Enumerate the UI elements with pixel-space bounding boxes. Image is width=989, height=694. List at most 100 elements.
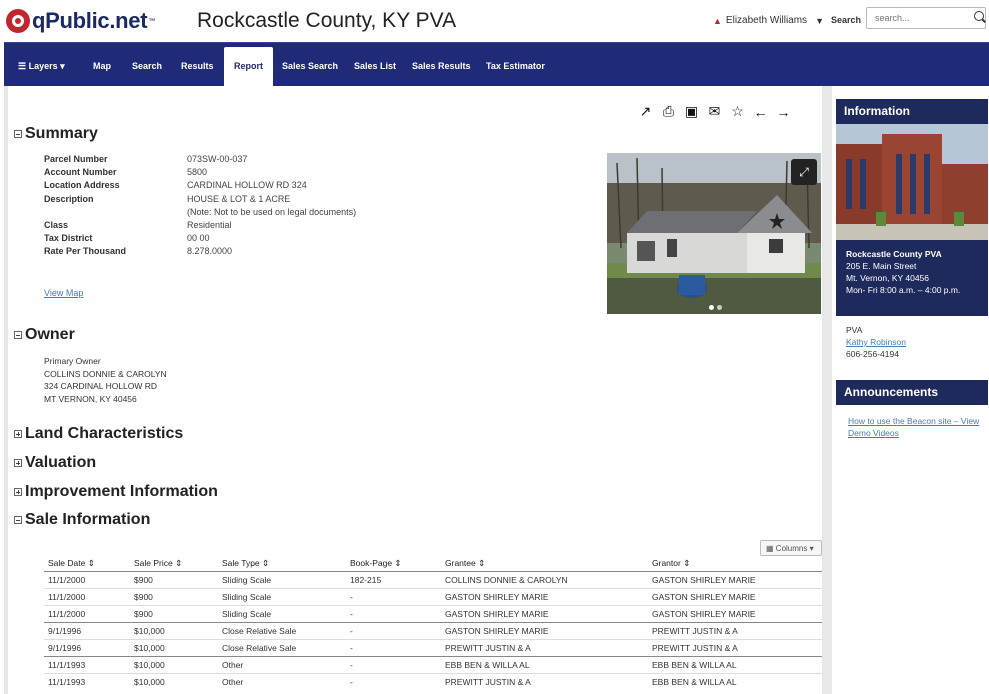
pva-label: PVA	[846, 325, 863, 335]
qpublic-logo[interactable]: qPublic.net ™	[6, 8, 155, 34]
section-improvement[interactable]: Improvement Information	[14, 483, 218, 501]
carousel-dot-2[interactable]	[717, 305, 722, 310]
pva-name-link[interactable]: Kathy Robinson	[846, 337, 906, 347]
cell: Close Relative Sale	[218, 639, 346, 657]
summary-values: 073SW-00-037 5800 CARDINAL HOLLOW RD 324…	[187, 153, 356, 259]
office-info: Rockcastle County PVA 205 E. Main Street…	[836, 240, 988, 316]
cell: GASTON SHIRLEY MARIE	[441, 605, 648, 623]
expand-section-icon	[14, 459, 22, 467]
th-sale-date[interactable]: Sale Date ⇕	[44, 556, 130, 572]
cell: Other	[218, 656, 346, 674]
th-label: Book-Page	[350, 558, 393, 568]
value-rate-per-thousand: 8.278.0000	[187, 246, 233, 257]
expand-icon[interactable]: ⤢	[791, 159, 817, 185]
owner-block: Primary Owner COLLINS DONNIE & CAROLYN 3…	[44, 355, 167, 405]
label-parcel-number: Parcel Number	[44, 154, 108, 164]
cell: -	[346, 639, 441, 657]
image-icon[interactable]: ▣	[684, 103, 699, 119]
label-rate-per-thousand: Rate Per Thousand	[44, 246, 127, 257]
collapse-icon	[14, 516, 22, 524]
email-icon[interactable]: ✉	[707, 103, 722, 119]
section-land[interactable]: Land Characteristics	[14, 425, 183, 443]
logo-trademark: ™	[148, 17, 156, 25]
main-nav: ☰ Layers ▾ Map Search Results Report Sal…	[4, 42, 989, 87]
demo-videos-link[interactable]: How to use the Beacon site – View Demo V…	[848, 415, 988, 439]
collapse-icon	[14, 130, 22, 138]
star-icon[interactable]: ☆	[730, 103, 745, 119]
print-icon[interactable]: ⎙	[661, 103, 676, 119]
cell: Close Relative Sale	[218, 622, 346, 640]
section-owner[interactable]: Owner	[14, 326, 75, 344]
search-input[interactable]	[866, 7, 986, 29]
columns-button[interactable]: ▦ Columns ▾	[760, 540, 822, 556]
cell: 11/1/2000	[44, 605, 130, 623]
info-panel-header: Information	[836, 99, 988, 124]
cell: $900	[130, 588, 218, 606]
table-header-row: Sale Date ⇕ Sale Price ⇕ Sale Type ⇕ Boo…	[44, 556, 822, 572]
left-gutter	[4, 86, 8, 694]
search-label: Search	[831, 15, 862, 25]
share-icon[interactable]: ↗	[638, 103, 653, 119]
cell: PREWITT JUSTIN & A	[441, 639, 648, 657]
th-grantor[interactable]: Grantor ⇕	[648, 556, 822, 572]
right-gutter	[822, 86, 832, 694]
cell: Other	[218, 673, 346, 691]
cell: -	[346, 605, 441, 623]
owner-address-city: MT VERNON, KY 40456	[44, 393, 137, 404]
view-map-link[interactable]: View Map	[44, 288, 83, 298]
carousel-dot-1[interactable]	[709, 305, 714, 310]
county-title: Rockcastle County, KY PVA	[197, 9, 457, 32]
section-sale[interactable]: Sale Information	[14, 511, 150, 529]
office-address-street: 205 E. Main Street	[846, 261, 917, 271]
section-valuation[interactable]: Valuation	[14, 454, 96, 472]
nav-sales-list[interactable]: Sales List	[354, 61, 396, 71]
section-valuation-title: Valuation	[25, 454, 97, 471]
pva-contact: PVA Kathy Robinson 606-256-4194	[846, 324, 906, 360]
carousel-dots	[709, 305, 722, 310]
collapse-icon	[14, 331, 22, 339]
table-row: 11/1/1993 $10,000 Other - EBB BEN & WILLA AL…	[44, 656, 822, 674]
nav-tax-estimator[interactable]: Tax Estimator	[486, 61, 545, 71]
value-description: HOUSE & LOT & 1 ACRE	[187, 193, 291, 204]
th-label: Grantee	[445, 558, 476, 568]
th-grantee[interactable]: Grantee ⇕	[441, 556, 648, 572]
owner-label: Primary Owner	[44, 356, 101, 366]
value-parcel-number: 073SW-00-037	[187, 154, 248, 164]
section-summary[interactable]: Summary	[14, 125, 98, 143]
property-photo[interactable]: ⤢	[607, 153, 821, 314]
value-location-address: CARDINAL HOLLOW RD 324	[187, 180, 307, 191]
nav-sales-results[interactable]: Sales Results	[412, 61, 471, 71]
building-image	[836, 124, 988, 240]
cell: $10,000	[130, 673, 218, 691]
cell: EBB BEN & WILLA AL	[441, 656, 648, 674]
label-location-address: Location Address	[44, 180, 120, 191]
value-class: Residential	[187, 220, 232, 231]
qpublic-logo-icon	[6, 9, 30, 33]
label-class: Class	[44, 220, 69, 231]
cell: PREWITT JUSTIN & A	[648, 639, 822, 657]
section-sale-title: Sale Information	[25, 511, 151, 528]
cell: $10,000	[130, 656, 218, 674]
user-name: Elizabeth Williams	[725, 15, 808, 26]
nav-report[interactable]: Report	[224, 47, 273, 87]
nav-map[interactable]: Map	[93, 61, 111, 71]
th-book-page[interactable]: Book-Page ⇕	[346, 556, 441, 572]
user-menu[interactable]: ▲ Elizabeth Williams ▼	[713, 15, 824, 26]
nav-sales-search[interactable]: Sales Search	[282, 61, 338, 71]
user-icon: ▲	[713, 15, 722, 26]
cell: $900	[130, 571, 218, 589]
legal-note: (Note: Not to be used on legal documents…	[187, 206, 357, 217]
nav-layers[interactable]: ☰ Layers ▾	[18, 61, 65, 72]
table-row: 9/1/1996 $10,000 Close Relative Sale - GASTO…	[44, 622, 822, 640]
th-sale-type[interactable]: Sale Type ⇕	[218, 556, 346, 572]
nav-results[interactable]: Results	[181, 61, 214, 71]
previous-arrow-icon[interactable]: ←	[753, 104, 768, 120]
cell: EBB BEN & WILLA AL	[648, 673, 822, 691]
label-account-number: Account Number	[44, 167, 117, 178]
next-arrow-icon[interactable]: →	[776, 104, 791, 120]
search-icon[interactable]	[974, 11, 984, 21]
logo-text: qPublic.net	[32, 8, 148, 33]
th-sale-price[interactable]: Sale Price ⇕	[130, 556, 218, 572]
label-blank	[44, 206, 126, 219]
nav-search[interactable]: Search	[132, 61, 162, 71]
